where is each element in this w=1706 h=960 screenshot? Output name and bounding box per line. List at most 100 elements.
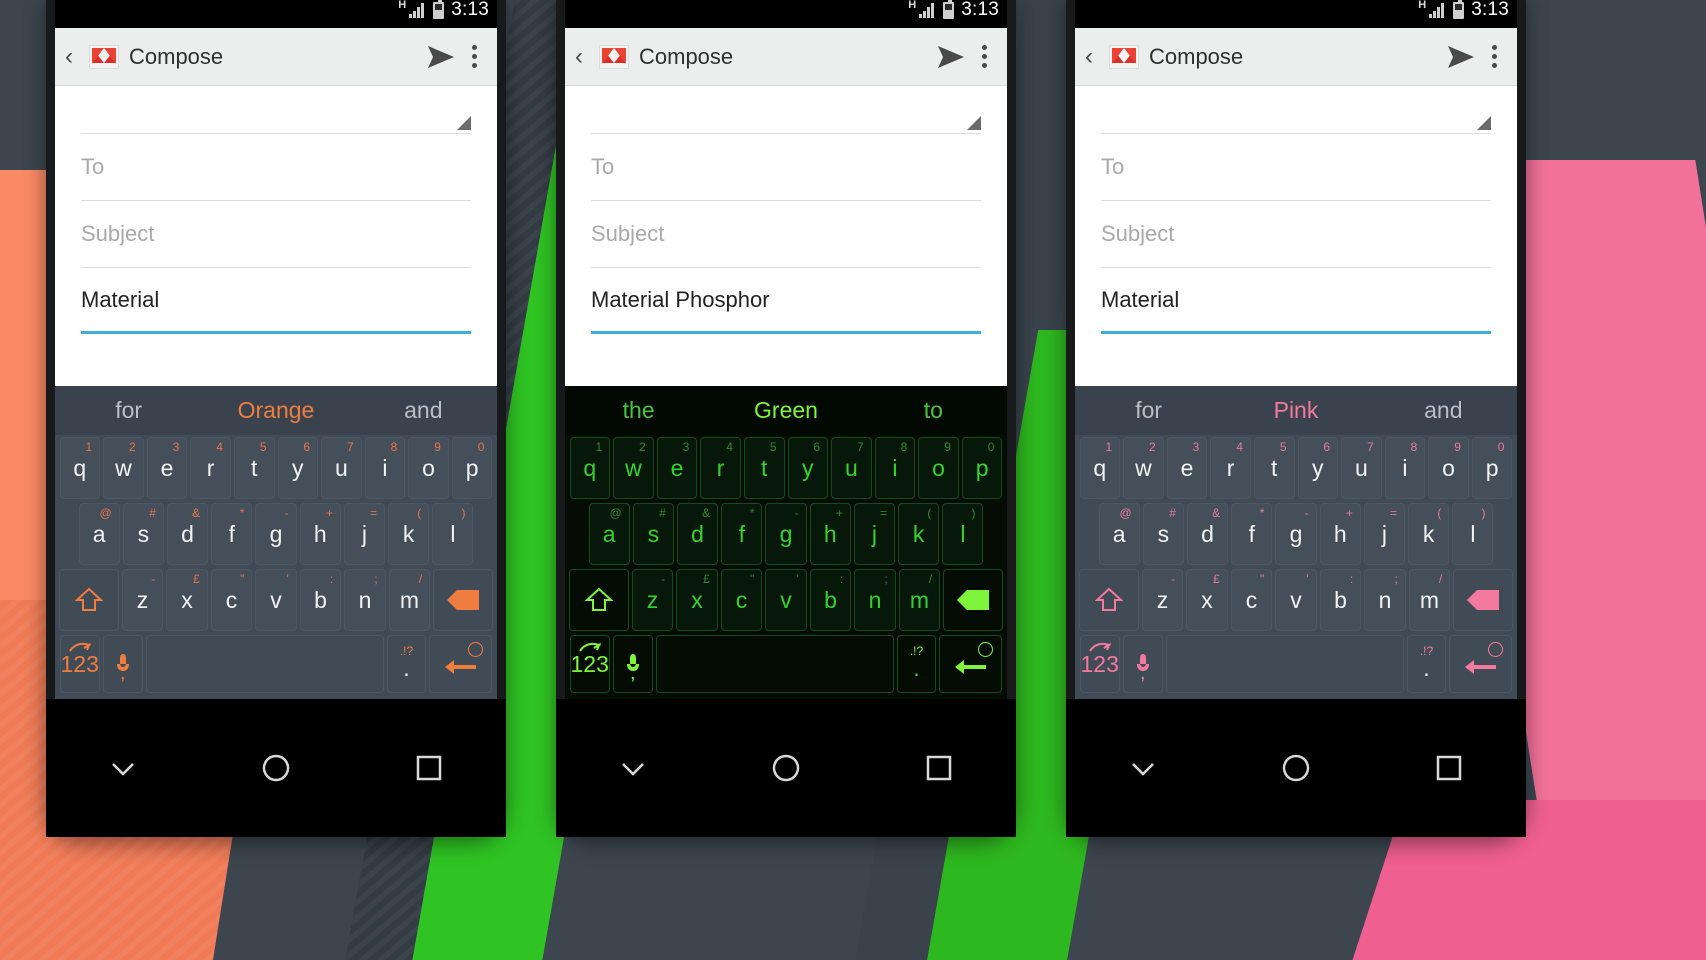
key-o[interactable]: 9o (408, 437, 449, 499)
key-b[interactable]: :b (809, 569, 852, 631)
overflow-menu-icon[interactable] (976, 41, 993, 72)
key-i[interactable]: 8i (874, 437, 916, 499)
key-s[interactable]: # s (1142, 503, 1184, 565)
back-chevron-icon[interactable]: ‹ (65, 44, 79, 69)
key-b[interactable]: :b (1319, 569, 1362, 631)
key-z[interactable]: -z (631, 569, 674, 631)
body-field[interactable]: Material (1101, 268, 1491, 334)
numeric-mode-key[interactable]: 123 (59, 635, 100, 693)
key-v[interactable]: ' v (765, 569, 807, 631)
key-x[interactable]: £ x (166, 569, 208, 631)
back-chevron-icon[interactable]: ‹ (1085, 44, 1099, 69)
comma-key[interactable]: , (102, 635, 143, 693)
space-key[interactable] (145, 635, 384, 693)
key-e[interactable]: 3e (1166, 437, 1208, 499)
shift-key[interactable] (1079, 569, 1139, 631)
key-d[interactable]: & d (166, 503, 209, 565)
key-j[interactable]: = j (853, 503, 896, 565)
compose-empty-space[interactable] (55, 334, 497, 386)
key-c[interactable]: " c (720, 569, 763, 631)
key-k[interactable]: (k (898, 503, 940, 565)
backspace-key[interactable] (433, 569, 493, 631)
overflow-menu-icon[interactable] (466, 41, 483, 72)
compose-empty-space[interactable] (565, 334, 1007, 386)
expand-triangle-icon[interactable] (1477, 116, 1491, 130)
key-g[interactable]: -g (1275, 503, 1317, 565)
key-v[interactable]: ' v (255, 569, 297, 631)
key-z[interactable]: -z (121, 569, 164, 631)
shift-key[interactable] (569, 569, 629, 631)
key-n[interactable]: ; n (1364, 569, 1406, 631)
to-field[interactable]: To (591, 134, 981, 201)
suggestion-2[interactable]: to (860, 397, 1007, 424)
overflow-menu-icon[interactable] (1486, 41, 1503, 72)
key-w[interactable]: 2w (1123, 437, 1164, 499)
key-q[interactable]: 1q (569, 437, 611, 499)
emoji-icon[interactable] (978, 642, 994, 657)
key-d[interactable]: & d (676, 503, 719, 565)
space-key[interactable] (1165, 635, 1404, 693)
key-o[interactable]: 9o (1428, 437, 1469, 499)
key-a[interactable]: @ a (588, 503, 630, 565)
key-q[interactable]: 1q (1079, 437, 1121, 499)
period-key[interactable]: .!?. (896, 635, 937, 693)
numeric-mode-key[interactable]: 123 (1079, 635, 1120, 693)
suggestion-1[interactable]: Green (712, 397, 859, 424)
home-circle-icon[interactable] (769, 751, 803, 785)
key-l[interactable]: ) l (432, 503, 474, 565)
from-field[interactable] (81, 86, 471, 134)
key-y[interactable]: 6y (277, 437, 319, 499)
chevron-down-icon[interactable] (106, 751, 140, 785)
key-s[interactable]: # s (122, 503, 164, 565)
key-x[interactable]: £ x (676, 569, 718, 631)
enter-key[interactable] (1449, 635, 1513, 693)
from-field[interactable] (1101, 86, 1491, 134)
key-u[interactable]: 7u (321, 437, 362, 499)
key-q[interactable]: 1q (59, 437, 101, 499)
key-b[interactable]: :b (299, 569, 342, 631)
key-h[interactable]: + h (299, 503, 341, 565)
key-s[interactable]: # s (632, 503, 674, 565)
key-e[interactable]: 3e (146, 437, 188, 499)
back-chevron-icon[interactable]: ‹ (575, 44, 589, 69)
key-a[interactable]: @ a (1098, 503, 1140, 565)
key-r[interactable]: 4r (1210, 437, 1251, 499)
send-icon[interactable] (1446, 44, 1476, 70)
backspace-key[interactable] (1453, 569, 1513, 631)
suggestion-0[interactable]: for (1075, 397, 1222, 424)
emoji-icon[interactable] (468, 642, 484, 657)
suggestion-0[interactable]: the (565, 397, 712, 424)
key-c[interactable]: " c (210, 569, 253, 631)
key-g[interactable]: -g (255, 503, 297, 565)
emoji-icon[interactable] (1488, 642, 1504, 657)
recents-square-icon[interactable] (412, 751, 446, 785)
recents-square-icon[interactable] (922, 751, 956, 785)
send-icon[interactable] (936, 44, 966, 70)
key-n[interactable]: ; n (854, 569, 896, 631)
key-y[interactable]: 6y (787, 437, 829, 499)
key-i[interactable]: 8i (1384, 437, 1426, 499)
key-p[interactable]: 0p (451, 437, 493, 499)
expand-triangle-icon[interactable] (457, 116, 471, 130)
home-circle-icon[interactable] (259, 751, 293, 785)
subject-field[interactable]: Subject (1101, 201, 1491, 268)
key-n[interactable]: ; n (344, 569, 386, 631)
shift-key[interactable] (59, 569, 119, 631)
from-field[interactable] (591, 86, 981, 134)
key-o[interactable]: 9o (918, 437, 959, 499)
key-k[interactable]: (k (388, 503, 430, 565)
key-c[interactable]: " c (1230, 569, 1273, 631)
key-t[interactable]: 5t (1253, 437, 1295, 499)
key-e[interactable]: 3e (656, 437, 698, 499)
key-h[interactable]: + h (809, 503, 851, 565)
comma-key[interactable]: , (1122, 635, 1163, 693)
key-x[interactable]: £ x (1186, 569, 1228, 631)
numeric-mode-key[interactable]: 123 (569, 635, 610, 693)
compose-empty-space[interactable] (1075, 334, 1517, 386)
subject-field[interactable]: Subject (591, 201, 981, 268)
key-f[interactable]: * f (211, 503, 253, 565)
key-y[interactable]: 6y (1297, 437, 1339, 499)
body-field[interactable]: Material Phosphor (591, 268, 981, 334)
chevron-down-icon[interactable] (1126, 751, 1160, 785)
key-m[interactable]: / m (388, 569, 431, 631)
